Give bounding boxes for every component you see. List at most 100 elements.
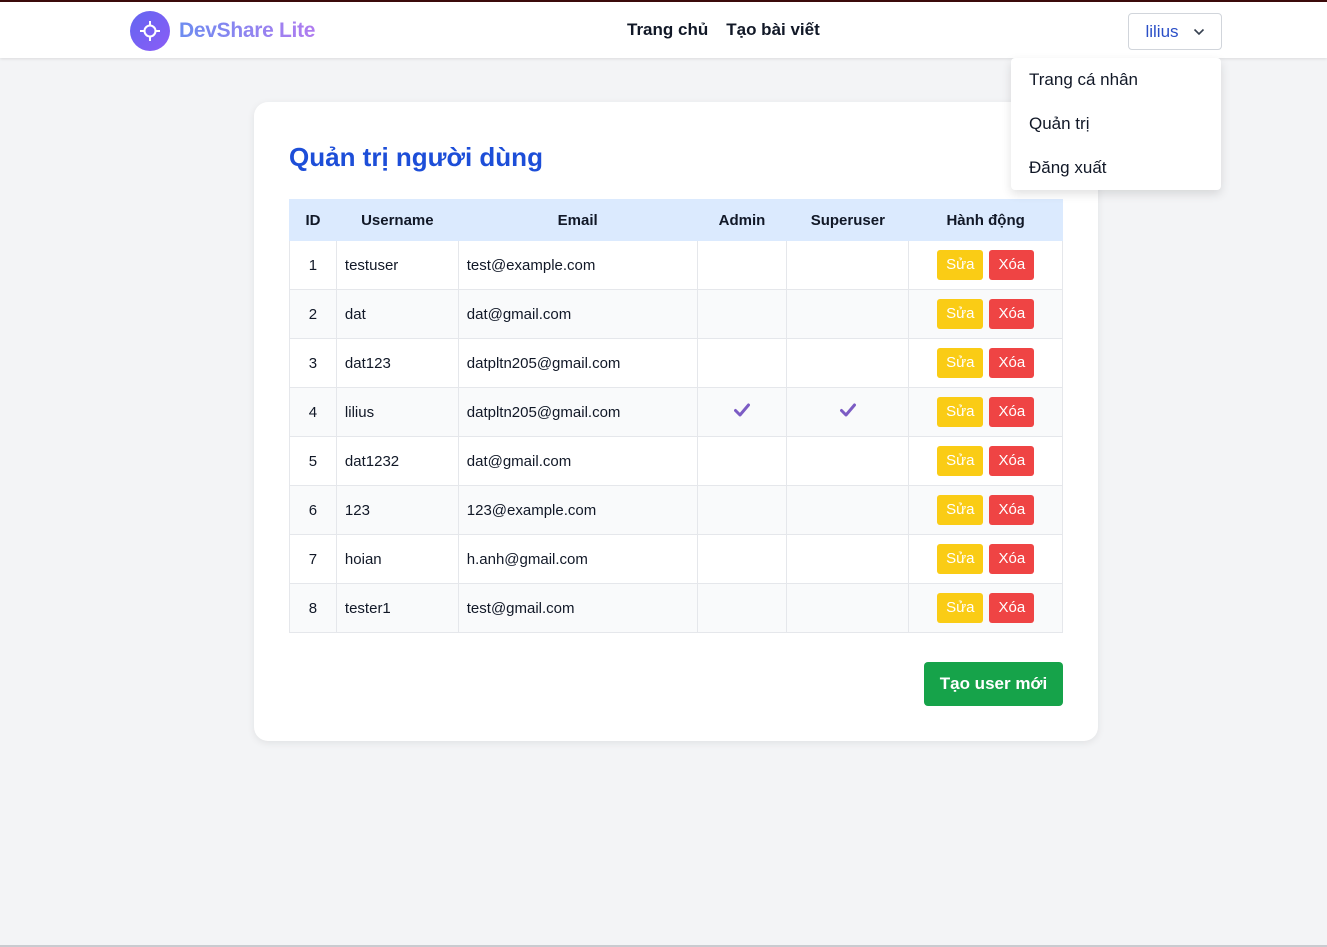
cell-username: dat1232 xyxy=(335,436,459,486)
column-header-actions: Hành động xyxy=(908,199,1063,241)
cell-admin xyxy=(696,436,788,486)
user-dropdown-menu: Trang cá nhân Quản trị Đăng xuất xyxy=(1011,58,1221,190)
cell-id: 6 xyxy=(289,485,337,535)
cell-admin xyxy=(696,289,788,339)
table-row: 1 testuser test@example.com Sửa Xóa xyxy=(289,240,1063,290)
check-icon xyxy=(839,403,856,421)
table-row: 6 123 123@example.com Sửa Xóa xyxy=(289,485,1063,535)
cell-superuser xyxy=(786,338,910,388)
cell-username: dat xyxy=(335,289,459,339)
users-table-body: 1 testuser test@example.com Sửa Xóa 2 dat dat@g… xyxy=(289,240,1063,633)
delete-button[interactable]: Xóa xyxy=(989,593,1035,623)
table-row: 5 dat1232 dat@gmail.com Sửa Xóa xyxy=(289,436,1063,486)
edit-button[interactable]: Sửa xyxy=(937,446,984,476)
cell-actions: Sửa Xóa xyxy=(908,485,1063,535)
nav-links: Trang chủ Tạo bài viết xyxy=(627,20,820,40)
cell-email: test@gmail.com xyxy=(457,583,698,633)
cell-email: test@example.com xyxy=(457,240,698,290)
delete-button[interactable]: Xóa xyxy=(989,299,1035,329)
admin-card: Quản trị người dùng ID Username Email Ad… xyxy=(254,102,1098,741)
cell-email: 123@example.com xyxy=(457,485,698,535)
edit-button[interactable]: Sửa xyxy=(937,593,984,623)
delete-button[interactable]: Xóa xyxy=(989,495,1035,525)
cell-email: h.anh@gmail.com xyxy=(457,534,698,584)
cell-superuser xyxy=(786,534,910,584)
user-menu-button[interactable]: lilius xyxy=(1128,13,1222,50)
edit-button[interactable]: Sửa xyxy=(937,250,984,280)
menu-item-profile[interactable]: Trang cá nhân xyxy=(1011,58,1221,102)
cell-username: 123 xyxy=(335,485,459,535)
edit-button[interactable]: Sửa xyxy=(937,495,984,525)
cell-username: testuser xyxy=(335,240,459,290)
page-title: Quản trị người dùng xyxy=(289,142,543,172)
cell-actions: Sửa Xóa xyxy=(908,240,1063,290)
cell-email: dat@gmail.com xyxy=(457,436,698,486)
create-user-button[interactable]: Tạo user mới xyxy=(924,662,1063,706)
cell-superuser xyxy=(786,289,910,339)
chevron-down-icon xyxy=(1193,23,1205,41)
cell-actions: Sửa Xóa xyxy=(908,583,1063,633)
edit-button[interactable]: Sửa xyxy=(937,348,984,378)
cell-superuser xyxy=(786,240,910,290)
cell-actions: Sửa Xóa xyxy=(908,387,1063,437)
table-header-row: ID Username Email Admin Superuser Hành đ… xyxy=(289,199,1063,241)
cell-email: datpltn205@gmail.com xyxy=(457,338,698,388)
cell-id: 2 xyxy=(289,289,337,339)
cell-superuser xyxy=(786,387,910,437)
users-table: ID Username Email Admin Superuser Hành đ… xyxy=(289,199,1063,633)
cell-username: tester1 xyxy=(335,583,459,633)
cell-id: 4 xyxy=(289,387,337,437)
table-row: 7 hoian h.anh@gmail.com Sửa Xóa xyxy=(289,534,1063,584)
crosshair-icon xyxy=(130,11,170,51)
table-row: 4 lilius datpltn205@gmail.com Sửa Xóa xyxy=(289,387,1063,437)
edit-button[interactable]: Sửa xyxy=(937,544,984,574)
cell-id: 5 xyxy=(289,436,337,486)
edit-button[interactable]: Sửa xyxy=(937,397,984,427)
delete-button[interactable]: Xóa xyxy=(989,544,1035,574)
cell-superuser xyxy=(786,583,910,633)
column-header-email: Email xyxy=(457,199,698,241)
cell-username: hoian xyxy=(335,534,459,584)
cell-actions: Sửa Xóa xyxy=(908,436,1063,486)
column-header-superuser: Superuser xyxy=(786,199,910,241)
delete-button[interactable]: Xóa xyxy=(989,250,1035,280)
column-header-username: Username xyxy=(335,199,459,241)
cell-admin xyxy=(696,485,788,535)
navbar: DevShare Lite Trang chủ Tạo bài viết lil… xyxy=(0,0,1327,58)
cell-admin xyxy=(696,583,788,633)
cell-admin xyxy=(696,534,788,584)
brand-name: DevShare Lite xyxy=(179,19,316,42)
cell-id: 1 xyxy=(289,240,337,290)
cell-actions: Sửa Xóa xyxy=(908,338,1063,388)
brand[interactable]: DevShare Lite xyxy=(130,11,315,51)
check-icon xyxy=(733,403,750,421)
cell-superuser xyxy=(786,485,910,535)
delete-button[interactable]: Xóa xyxy=(989,446,1035,476)
cell-id: 7 xyxy=(289,534,337,584)
nav-link-create-post[interactable]: Tạo bài viết xyxy=(726,20,820,40)
table-row: 8 tester1 test@gmail.com Sửa Xóa xyxy=(289,583,1063,633)
cell-admin xyxy=(696,338,788,388)
cell-admin xyxy=(696,387,788,437)
cell-email: dat@gmail.com xyxy=(457,289,698,339)
column-header-id: ID xyxy=(289,199,337,241)
nav-link-home[interactable]: Trang chủ xyxy=(627,20,708,40)
cell-username: lilius xyxy=(335,387,459,437)
cell-username: dat123 xyxy=(335,338,459,388)
cell-id: 8 xyxy=(289,583,337,633)
cell-id: 3 xyxy=(289,338,337,388)
table-row: 3 dat123 datpltn205@gmail.com Sửa Xóa xyxy=(289,338,1063,388)
cell-email: datpltn205@gmail.com xyxy=(457,387,698,437)
cell-actions: Sửa Xóa xyxy=(908,534,1063,584)
delete-button[interactable]: Xóa xyxy=(989,348,1035,378)
column-header-admin: Admin xyxy=(696,199,788,241)
username-label: lilius xyxy=(1145,21,1179,41)
menu-item-logout[interactable]: Đăng xuất xyxy=(1011,146,1221,190)
cell-admin xyxy=(696,240,788,290)
edit-button[interactable]: Sửa xyxy=(937,299,984,329)
delete-button[interactable]: Xóa xyxy=(989,397,1035,427)
cell-superuser xyxy=(786,436,910,486)
cell-actions: Sửa Xóa xyxy=(908,289,1063,339)
menu-item-admin[interactable]: Quản trị xyxy=(1011,102,1221,146)
table-row: 2 dat dat@gmail.com Sửa Xóa xyxy=(289,289,1063,339)
